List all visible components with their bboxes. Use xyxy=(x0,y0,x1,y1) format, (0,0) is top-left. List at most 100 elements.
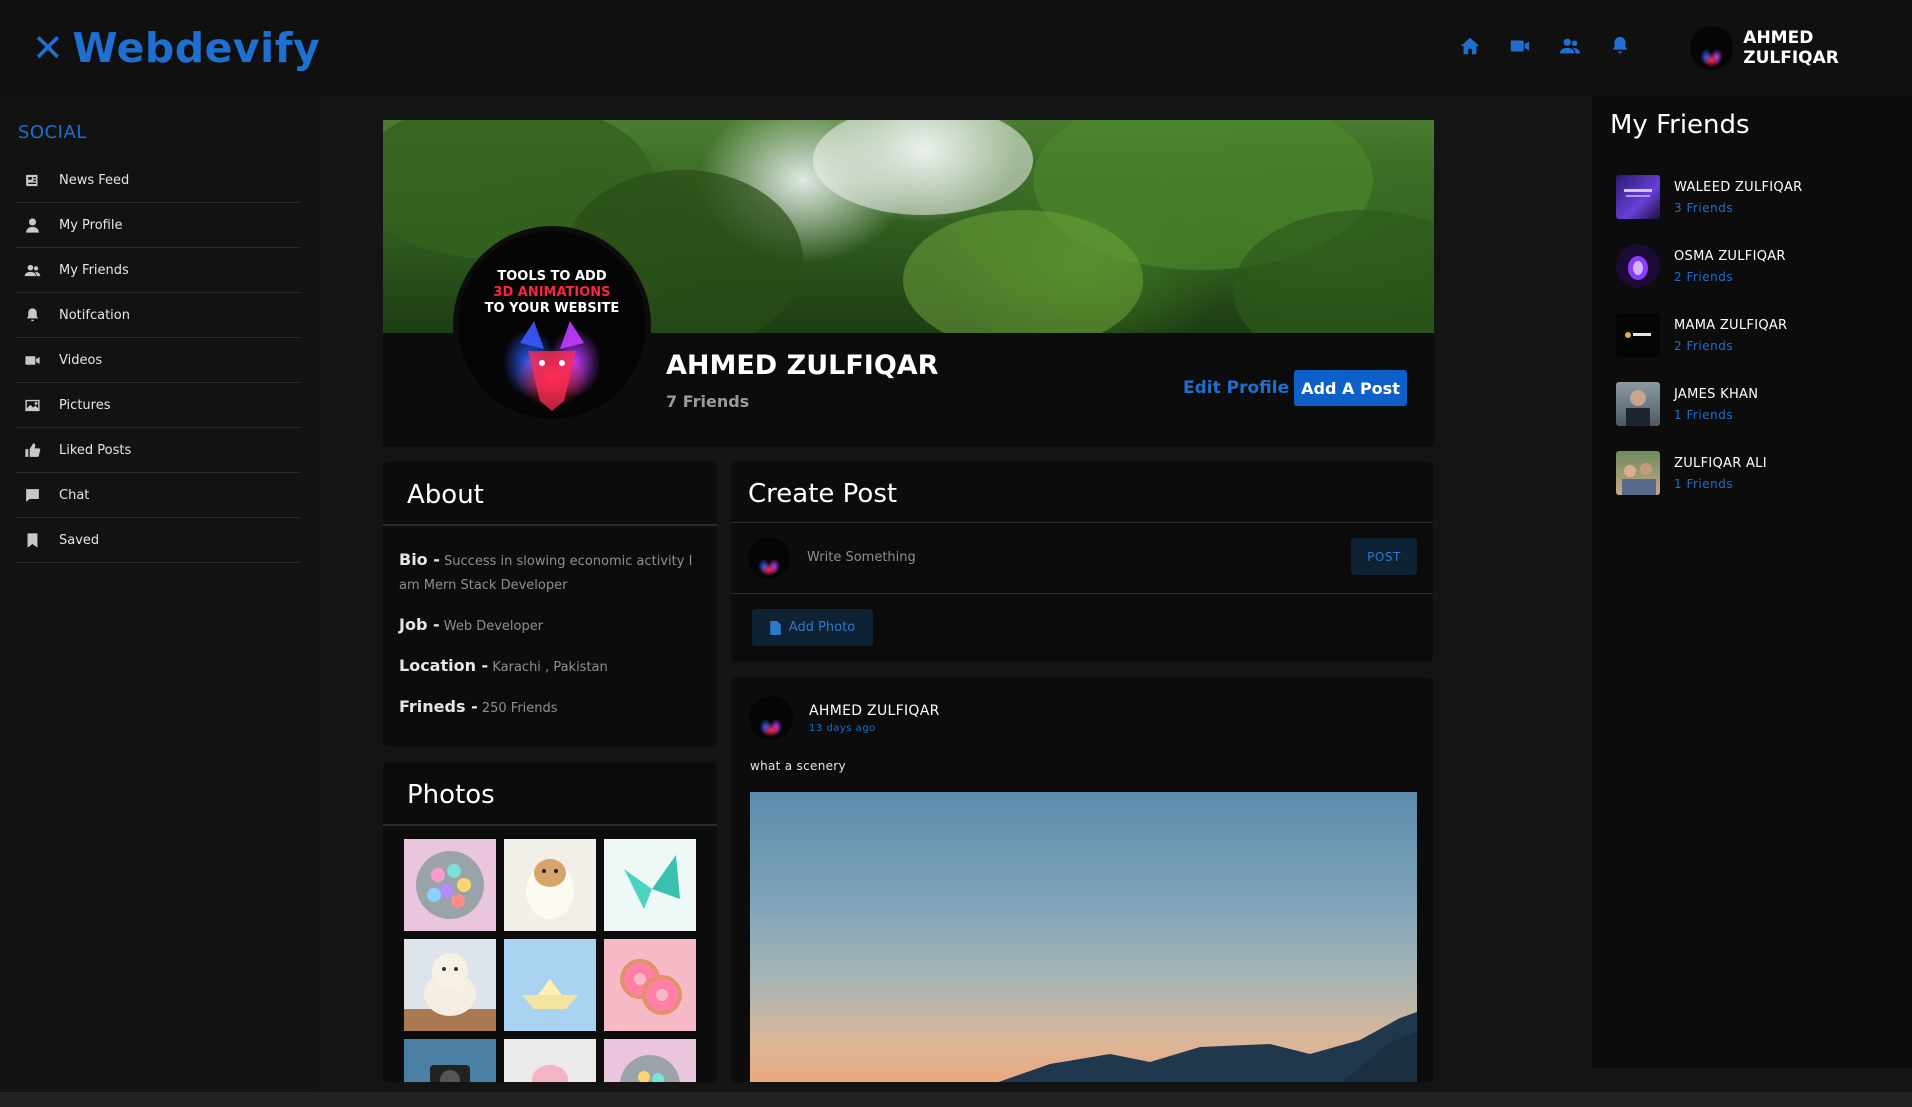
profile-header: TOOLS TO ADD 3D ANIMATIONS TO YOUR WEBSI… xyxy=(383,120,1434,447)
friend-avatar xyxy=(1616,313,1660,357)
top-nav-icons xyxy=(1458,34,1632,58)
left-sidebar: SOCIAL News Feed My Profile My Friends N… xyxy=(0,96,318,1092)
friends-icon[interactable] xyxy=(1558,34,1582,58)
top-navbar: ✕ Webdevify AHMED ZULFIQAR xyxy=(0,0,1912,96)
sidebar-item-label: My Friends xyxy=(59,262,129,278)
home-icon[interactable] xyxy=(1458,34,1482,58)
friend-item[interactable]: JAMES KHAN 1 Friends xyxy=(1616,382,1758,426)
divider xyxy=(383,524,717,526)
post-author-avatar[interactable] xyxy=(749,696,793,740)
sidebar-item-videos[interactable]: Videos xyxy=(16,338,300,383)
newspaper-icon xyxy=(26,174,38,186)
add-photo-button[interactable]: Add Photo xyxy=(752,609,873,646)
profile-friend-count: 7 Friends xyxy=(666,392,750,411)
friend-name: ZULFIQAR ALI xyxy=(1674,455,1767,471)
video-icon xyxy=(25,355,40,365)
sidebar-item-saved[interactable]: Saved xyxy=(16,518,300,563)
friend-count: 1 Friends xyxy=(1674,407,1734,422)
thumbs-up-icon xyxy=(25,442,41,457)
profile-avatar[interactable]: TOOLS TO ADD 3D ANIMATIONS TO YOUR WEBSI… xyxy=(453,226,651,424)
image-icon xyxy=(25,399,40,411)
sidebar-item-pictures[interactable]: Pictures xyxy=(16,383,300,428)
sidebar-item-my-friends[interactable]: My Friends xyxy=(16,248,300,293)
about-title: About xyxy=(407,480,484,510)
about-job: Job - Web Developer xyxy=(399,615,544,634)
friend-item[interactable]: MAMA ZULFIQAR 2 Friends xyxy=(1616,313,1787,357)
bell-icon[interactable] xyxy=(1608,34,1632,58)
photo-thumbnail[interactable] xyxy=(504,939,596,1031)
friend-item[interactable]: ZULFIQAR ALI 1 Friends xyxy=(1616,451,1767,495)
post-image[interactable] xyxy=(750,792,1417,1082)
sidebar-item-label: Liked Posts xyxy=(59,442,132,458)
friend-avatar xyxy=(1616,175,1660,219)
friend-count: 2 Friends xyxy=(1674,338,1734,353)
photo-thumbnail[interactable] xyxy=(604,939,696,1031)
post-text: what a scenery xyxy=(750,759,846,773)
file-icon xyxy=(770,620,781,635)
user-icon xyxy=(26,217,39,233)
divider xyxy=(731,593,1433,594)
post-timestamp: 13 days ago xyxy=(809,723,876,734)
bookmark-icon xyxy=(27,532,38,548)
photo-thumbnail[interactable] xyxy=(504,1039,596,1082)
friend-item[interactable]: WALEED ZULFIQAR 3 Friends xyxy=(1616,175,1802,219)
avatar xyxy=(748,537,790,579)
post-text-input[interactable] xyxy=(807,546,1247,568)
post-card: AHMED ZULFIQAR 13 days ago what a scener… xyxy=(731,678,1433,1082)
photo-grid xyxy=(404,839,696,1082)
logo-text: Webdevify xyxy=(72,24,321,72)
about-bio: Bio - Success in slowing economic activi… xyxy=(399,550,693,593)
friend-name: JAMES KHAN xyxy=(1674,386,1759,402)
friend-avatar xyxy=(1616,451,1660,495)
about-card: About Bio - Success in slowing economic … xyxy=(383,462,717,746)
sidebar-item-news-feed[interactable]: News Feed xyxy=(16,158,300,203)
add-post-button[interactable]: Add A Post xyxy=(1294,370,1407,406)
about-friends: Frineds - 250 Friends xyxy=(399,697,558,716)
photo-thumbnail[interactable] xyxy=(404,839,496,931)
create-post-card: Create Post POST Add Photo xyxy=(731,462,1433,662)
photo-thumbnail[interactable] xyxy=(604,839,696,931)
photo-thumbnail[interactable] xyxy=(404,1039,496,1082)
photo-thumbnail[interactable] xyxy=(404,939,496,1031)
post-author[interactable]: AHMED ZULFIQAR xyxy=(809,703,940,719)
photo-thumbnail[interactable] xyxy=(604,1039,696,1082)
mountain-silhouette xyxy=(998,1012,1417,1082)
sidebar-item-my-profile[interactable]: My Profile xyxy=(16,203,300,248)
sidebar-item-liked-posts[interactable]: Liked Posts xyxy=(16,428,300,473)
edit-profile-button[interactable]: Edit Profile xyxy=(1183,378,1289,398)
my-friends-panel: My Friends WALEED ZULFIQAR 3 Friends OSM… xyxy=(1592,96,1912,1068)
current-user-menu[interactable]: AHMED ZULFIQAR xyxy=(1690,26,1912,70)
sidebar-section-title: SOCIAL xyxy=(18,122,87,143)
sidebar-item-label: Notifcation xyxy=(59,307,130,323)
friend-name: WALEED ZULFIQAR xyxy=(1674,179,1803,195)
friend-name: OSMA ZULFIQAR xyxy=(1674,248,1786,264)
friend-item[interactable]: OSMA ZULFIQAR 2 Friends xyxy=(1616,244,1786,288)
video-icon[interactable] xyxy=(1508,34,1532,58)
sidebar-item-chat[interactable]: Chat xyxy=(16,473,300,518)
divider xyxy=(383,824,717,826)
current-user-name: AHMED ZULFIQAR xyxy=(1743,28,1839,68)
friend-count: 3 Friends xyxy=(1674,200,1734,215)
friend-name: MAMA ZULFIQAR xyxy=(1674,317,1788,333)
logo-x-icon: ✕ xyxy=(32,26,65,70)
friends-icon xyxy=(24,264,41,276)
sidebar-item-label: Pictures xyxy=(59,397,111,413)
friend-avatar xyxy=(1616,244,1660,288)
post-submit-button[interactable]: POST xyxy=(1351,538,1417,575)
page-bottom-strip xyxy=(0,1092,1912,1107)
chat-icon xyxy=(26,488,39,502)
friends-panel-title: My Friends xyxy=(1610,110,1750,140)
sidebar-item-label: Saved xyxy=(59,532,100,548)
avatar xyxy=(1690,26,1734,70)
photo-thumbnail[interactable] xyxy=(504,839,596,931)
wolf-art xyxy=(520,321,584,411)
friend-count: 2 Friends xyxy=(1674,269,1734,284)
sidebar-menu: News Feed My Profile My Friends Notifcat… xyxy=(16,158,300,563)
photos-title: Photos xyxy=(407,780,495,810)
sidebar-item-notification[interactable]: Notifcation xyxy=(16,293,300,338)
photos-card: Photos xyxy=(383,762,717,1082)
friend-count: 1 Friends xyxy=(1674,476,1734,491)
about-location: Location - Karachi , Pakistan xyxy=(399,656,608,675)
add-photo-label: Add Photo xyxy=(788,620,856,635)
logo[interactable]: ✕ Webdevify xyxy=(32,20,320,76)
